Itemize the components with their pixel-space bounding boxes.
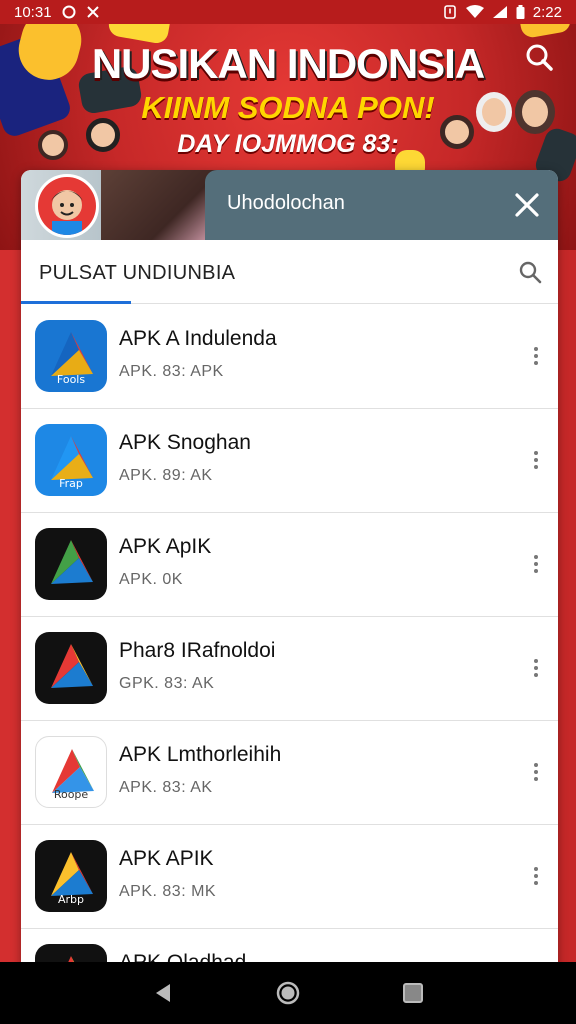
- more-options-icon[interactable]: [528, 861, 544, 891]
- app-title: APK Lmthorleihih: [119, 743, 282, 766]
- search-label: PULSAT UNDIUNBIA: [39, 262, 236, 284]
- recents-button[interactable]: [398, 978, 428, 1008]
- notification-icon: [86, 5, 100, 19]
- close-icon: [515, 193, 539, 217]
- app-subtitle: APK. 0K: [119, 571, 183, 588]
- app-icon-label: Frap: [59, 477, 83, 490]
- close-button[interactable]: [510, 188, 544, 222]
- notification-icon: [62, 5, 76, 19]
- wifi-icon: [465, 5, 484, 19]
- app-icon-label: Fools: [56, 373, 86, 386]
- app-icon: [35, 632, 107, 704]
- app-title: APK Snoghan: [119, 431, 251, 454]
- signal-icon: [492, 5, 508, 19]
- search-icon[interactable]: [518, 260, 542, 284]
- app-subtitle: APK. 83: APK: [119, 363, 224, 380]
- list-item[interactable]: Frap APK Snoghan APK. 89: AK: [21, 409, 558, 513]
- back-button[interactable]: [148, 978, 178, 1008]
- more-options-icon[interactable]: [528, 445, 544, 475]
- app-title: APK A Indulenda: [119, 327, 277, 350]
- more-options-icon[interactable]: [528, 549, 544, 579]
- app-list: Fools APK A Indulenda APK. 83: APK Frap APK …: [21, 305, 558, 970]
- banner-tagline: DAY IOJMMOG 83:: [177, 130, 399, 158]
- battery-icon: [516, 5, 525, 19]
- app-list-sheet: Uhodolochan PULSAT UNDIUNBIA Fools APK A …: [21, 170, 558, 970]
- sheet-title: Uhodolochan: [227, 192, 345, 214]
- search-bar[interactable]: PULSAT UNDIUNBIA: [21, 240, 558, 304]
- app-title: Phar8 IRafnoldoi: [119, 639, 276, 662]
- app-icon: Roope: [35, 736, 107, 808]
- more-options-icon[interactable]: [528, 653, 544, 683]
- sheet-header: Uhodolochan: [21, 170, 558, 240]
- list-item[interactable]: Roope APK Lmthorleihih APK. 83: AK: [21, 721, 558, 825]
- back-icon: [155, 984, 170, 1002]
- app-icon-label: Arbp: [57, 893, 84, 906]
- recents-icon: [403, 983, 424, 1003]
- status-battery-time: 2:22: [532, 3, 562, 21]
- tab-indicator: [21, 301, 131, 304]
- background-strip: [558, 250, 576, 970]
- home-button[interactable]: [273, 978, 303, 1008]
- app-title: APK ApIK: [119, 535, 212, 558]
- app-subtitle: APK. 89: AK: [119, 467, 213, 484]
- status-bar: 10:31 2:22: [0, 0, 576, 24]
- home-icon: [276, 981, 300, 1005]
- list-item[interactable]: Arbp APK APIK APK. 83: MK: [21, 825, 558, 929]
- background-strip: [0, 250, 21, 970]
- avatar[interactable]: [35, 174, 99, 238]
- search-icon[interactable]: [524, 42, 554, 72]
- app-icon: [35, 528, 107, 600]
- app-icon: Arbp: [35, 840, 107, 912]
- app-subtitle: GPK. 83: AK: [119, 675, 215, 692]
- alert-icon: [443, 5, 458, 19]
- navigation-bar: [0, 962, 576, 1024]
- app-icon: Fools: [35, 320, 107, 392]
- app-subtitle: APK. 83: MK: [119, 883, 217, 900]
- banner-title: NUSIKAN INDONSIA: [91, 40, 485, 87]
- more-options-icon[interactable]: [528, 757, 544, 787]
- app-icon-label: Roope: [53, 788, 89, 801]
- app-subtitle: APK. 83: AK: [119, 779, 213, 796]
- status-time: 10:31: [14, 3, 52, 21]
- banner-subtitle: KIINM SODNA PON!: [141, 90, 435, 125]
- more-options-icon[interactable]: [528, 341, 544, 371]
- app-title: APK APIK: [119, 847, 214, 870]
- list-item[interactable]: APK ApIK APK. 0K: [21, 513, 558, 617]
- list-item[interactable]: Fools APK A Indulenda APK. 83: APK: [21, 305, 558, 409]
- app-icon: Frap: [35, 424, 107, 496]
- list-item[interactable]: Phar8 IRafnoldoi GPK. 83: AK: [21, 617, 558, 721]
